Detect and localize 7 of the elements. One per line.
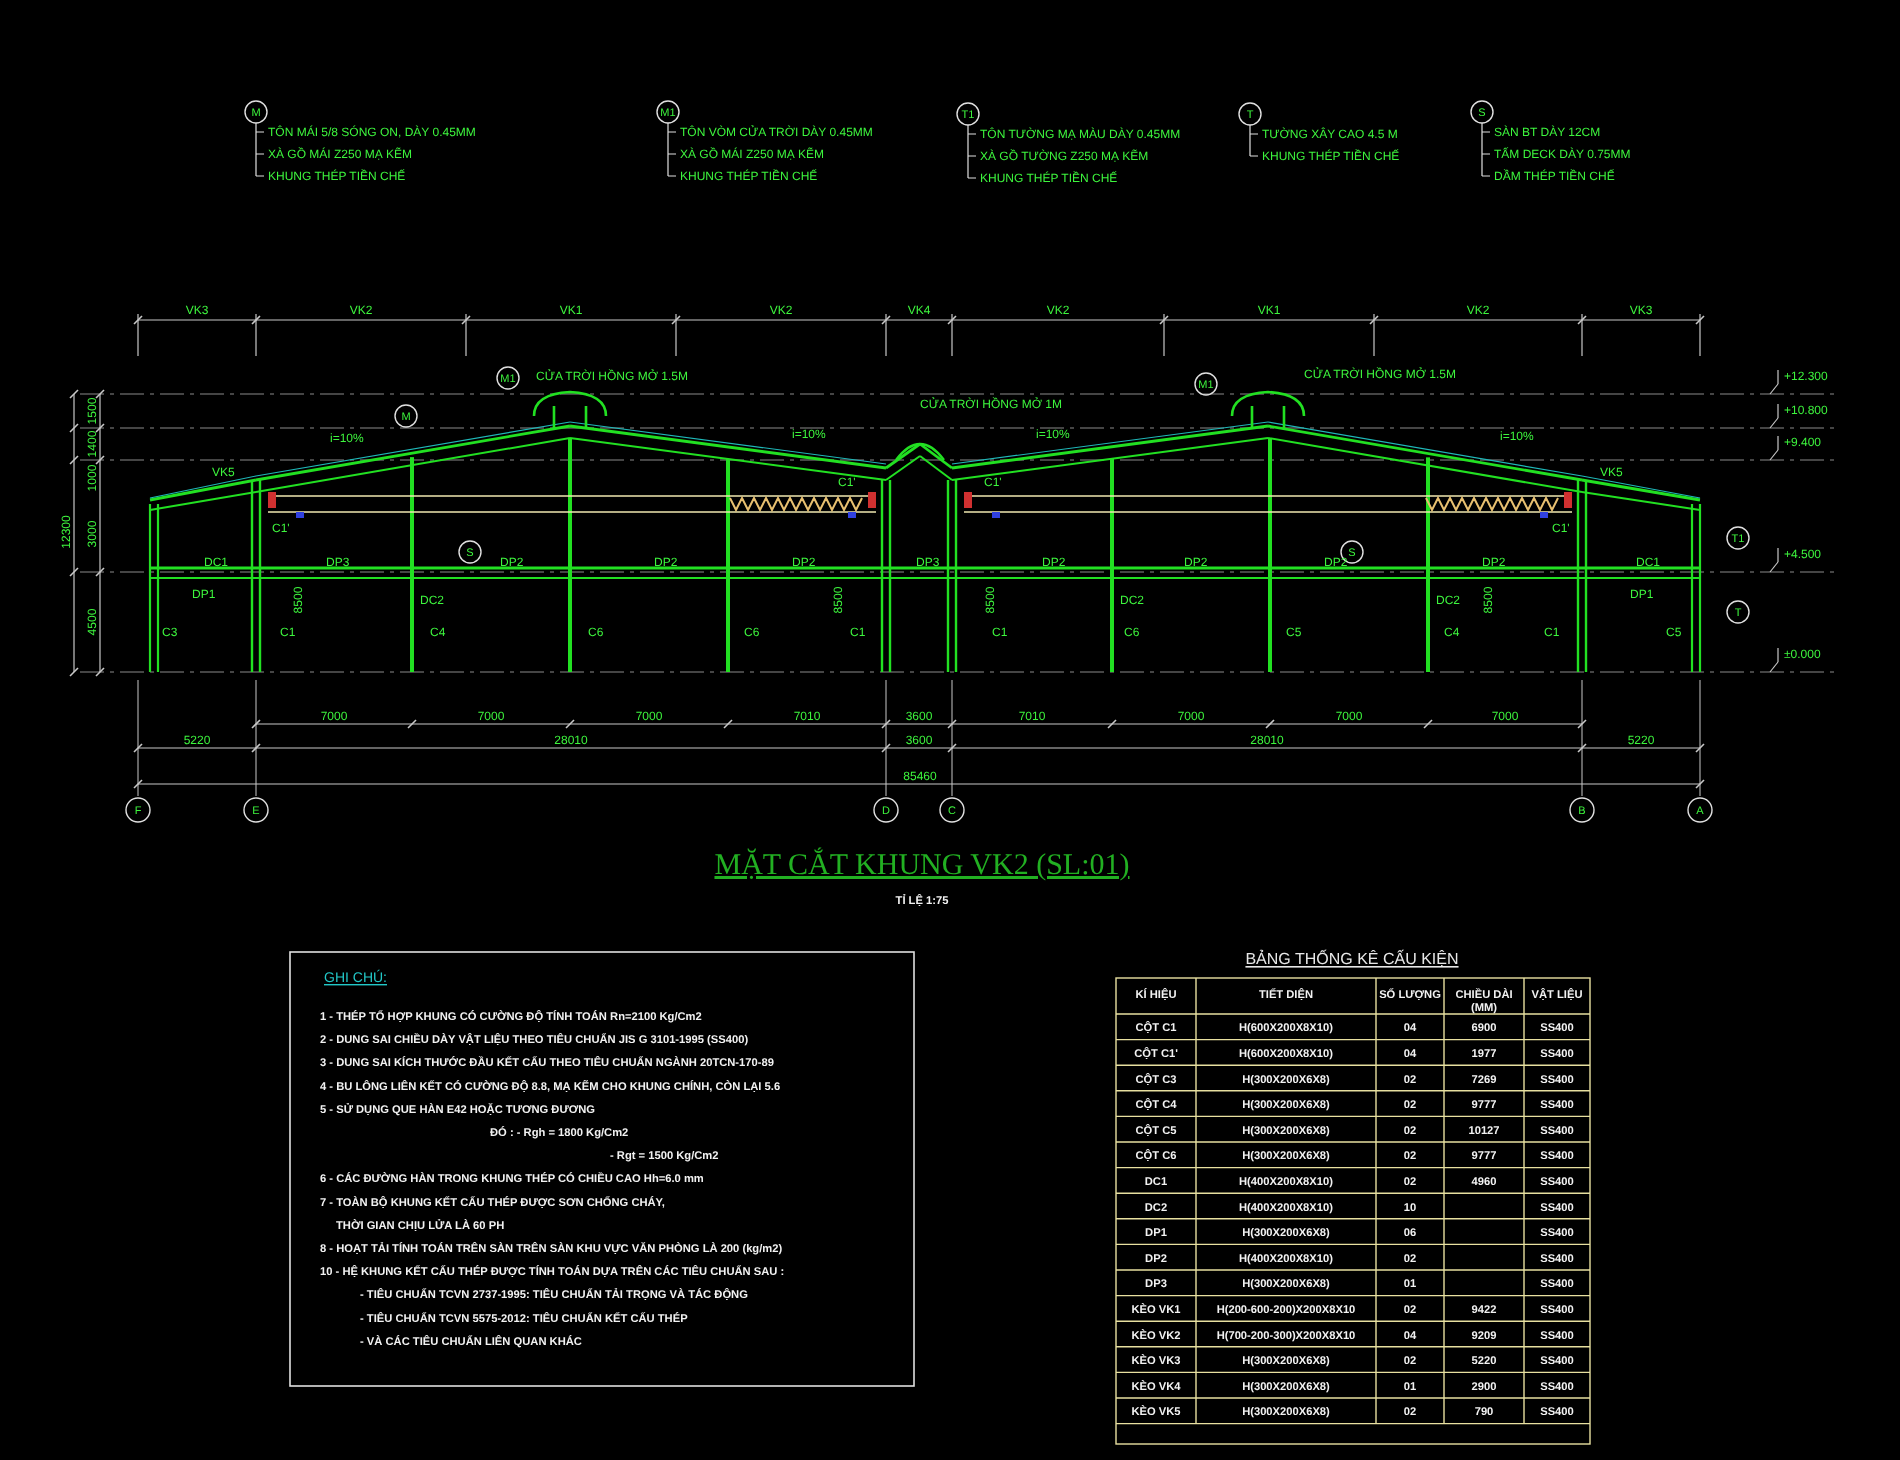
leader-line — [255, 122, 265, 177]
leader-line — [1481, 122, 1491, 177]
leader-line — [967, 124, 977, 179]
leader-line — [1249, 124, 1259, 157]
table-title: BẢNG THỐNG KÊ CẤU KIỆN — [1245, 950, 1459, 968]
leader-line — [667, 122, 677, 177]
drawing-title: MẶT CẮT KHUNG VK2 (SL:01) — [714, 850, 1130, 882]
